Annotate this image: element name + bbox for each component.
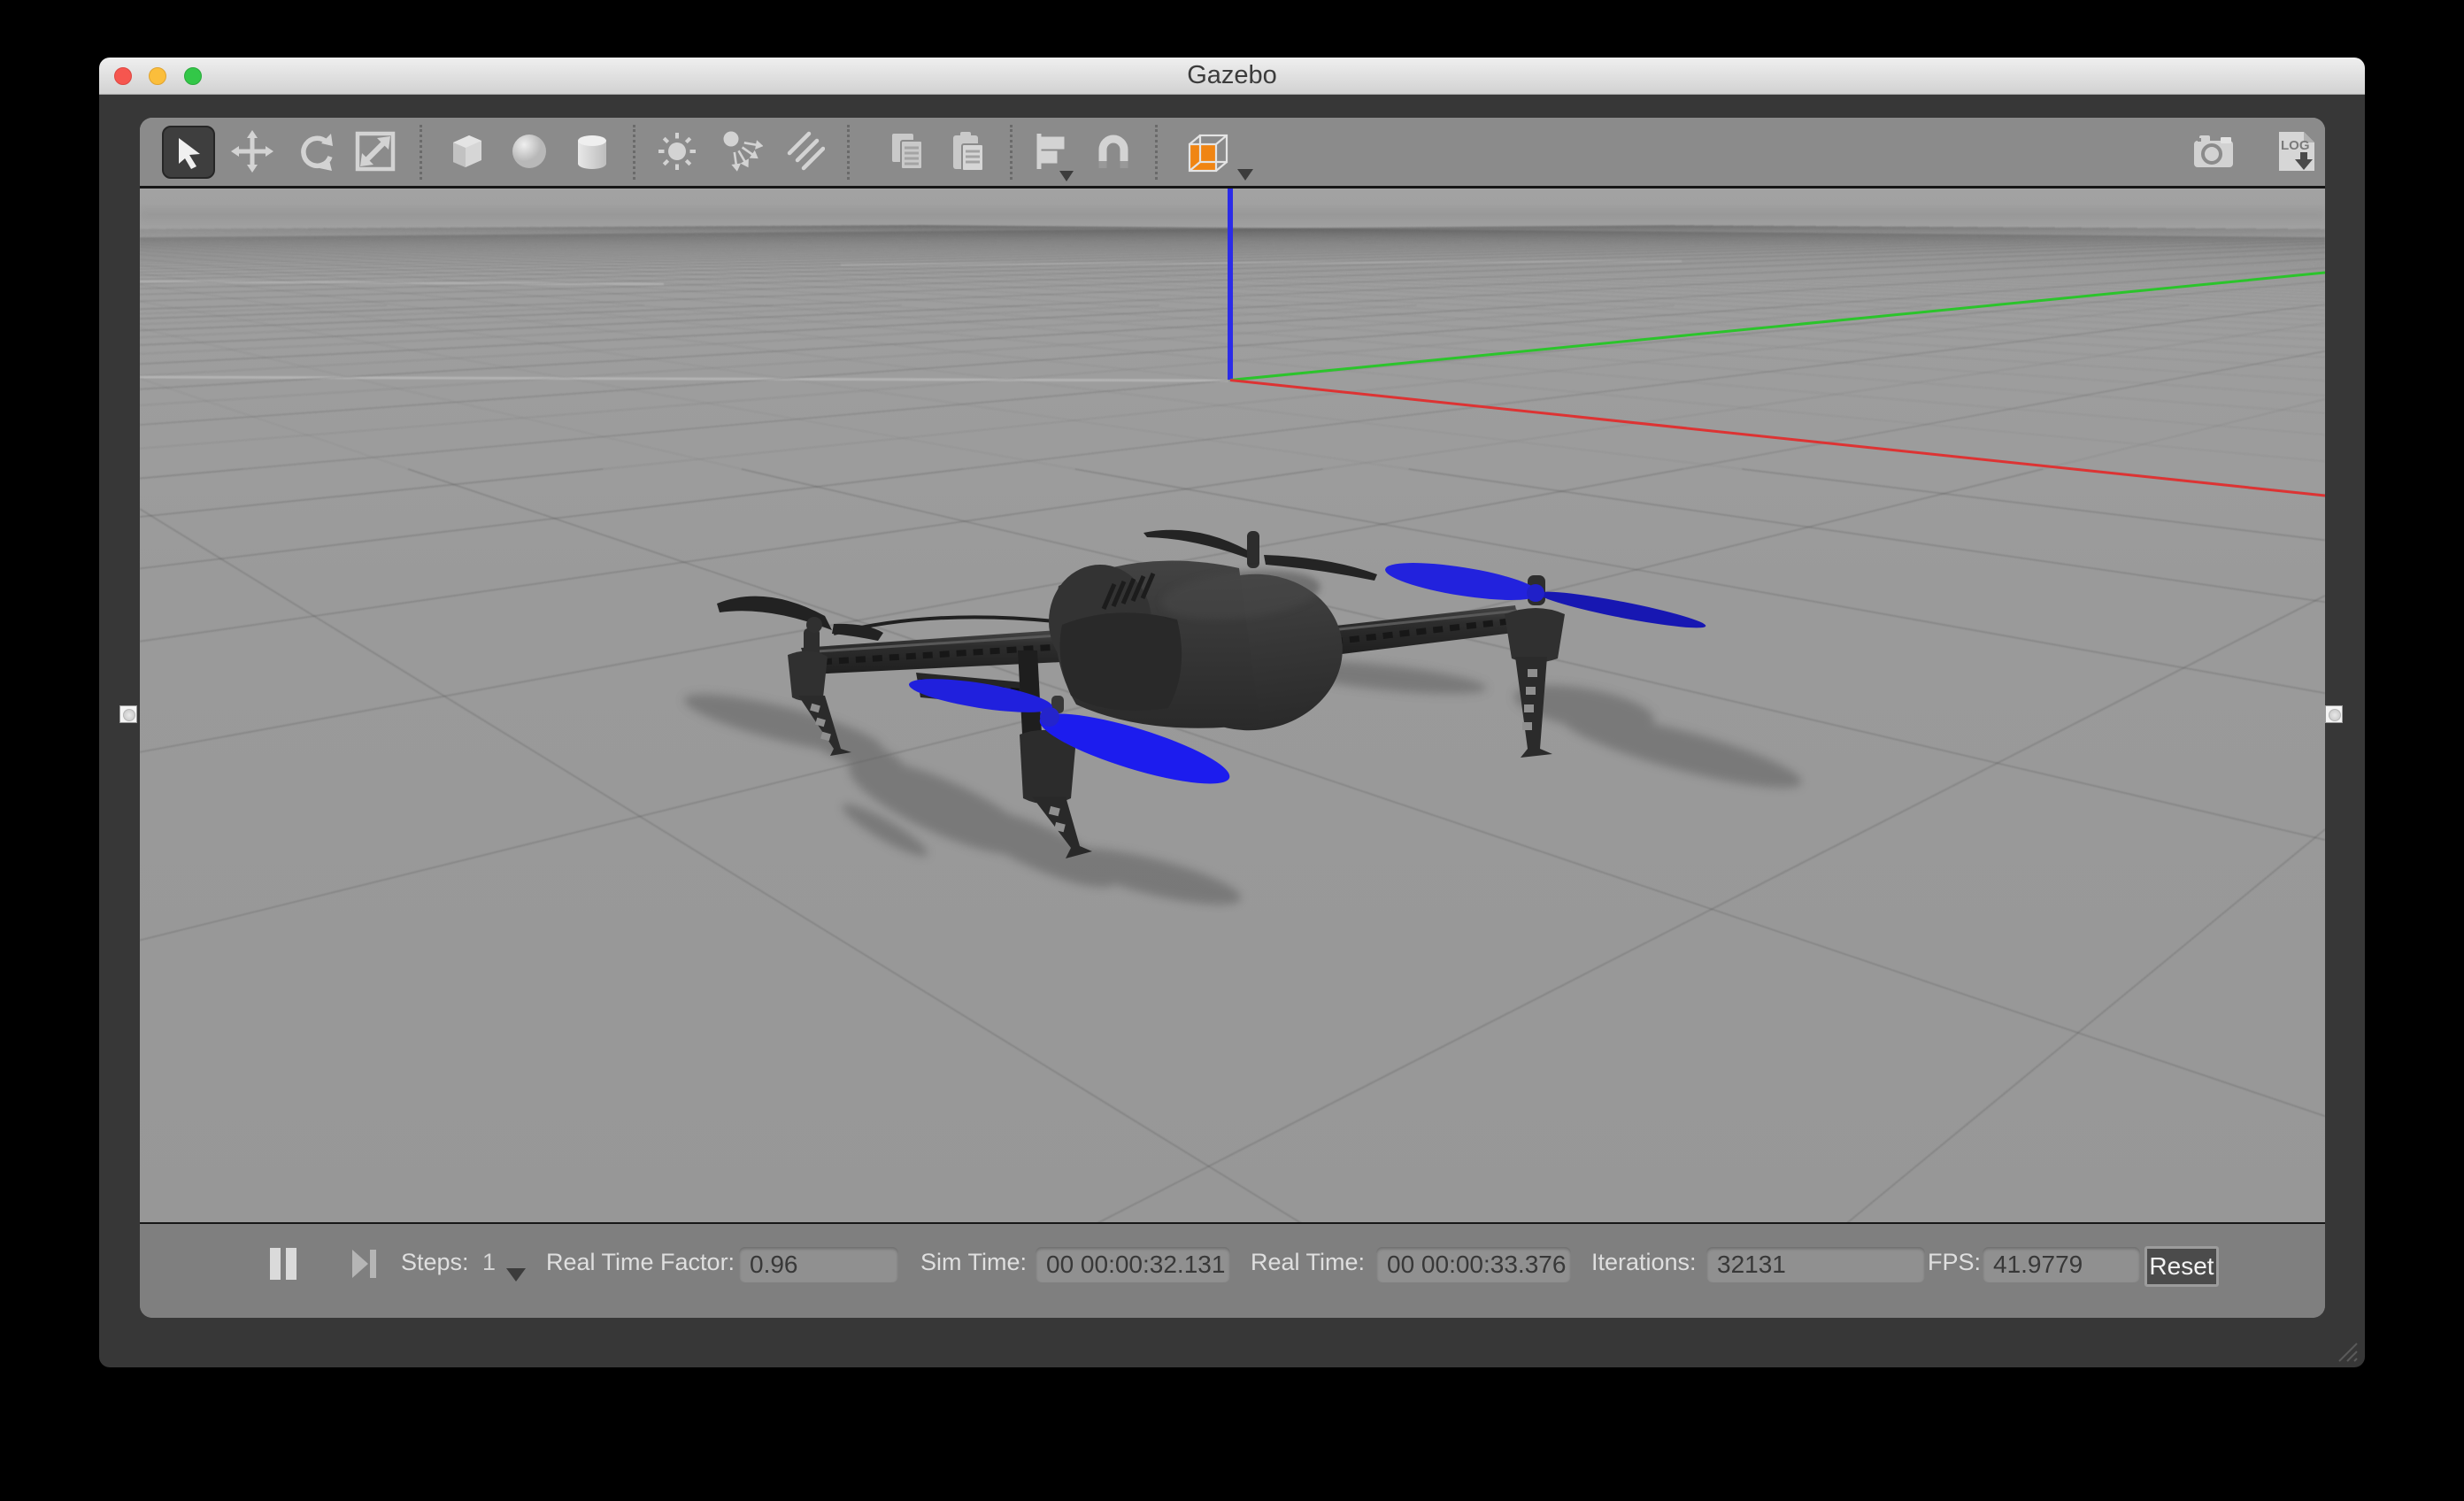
- svg-text:LOG: LOG: [2281, 138, 2310, 153]
